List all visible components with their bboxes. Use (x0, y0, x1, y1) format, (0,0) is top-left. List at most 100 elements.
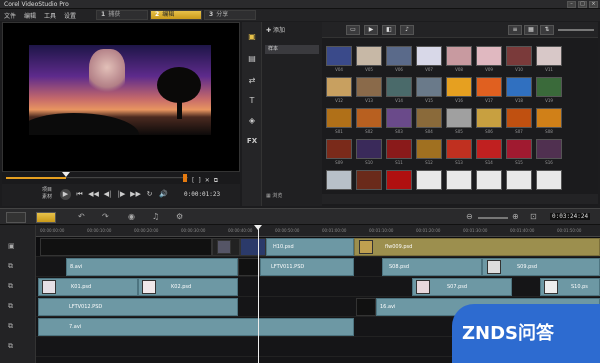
redo-icon[interactable]: ↷ (102, 212, 109, 221)
volume-button[interactable]: 🔊 (158, 189, 169, 200)
preview-window[interactable] (2, 22, 240, 172)
timeline-clip[interactable] (40, 238, 212, 256)
graphic-icon[interactable]: ◈ (245, 114, 259, 128)
library-thumbnail[interactable]: S09 (326, 139, 352, 170)
library-thumbnail[interactable]: V10 (506, 46, 532, 77)
scrub-handle[interactable] (62, 172, 70, 177)
timeline-clip[interactable]: flw009.psd (354, 238, 600, 256)
timeline-clip[interactable]: S10.ps (540, 278, 600, 296)
enlarge-button[interactable]: ⧉ (214, 177, 218, 185)
zoom-in-icon[interactable]: ⊕ (512, 212, 519, 221)
step-share[interactable]: 3 分享 (204, 10, 256, 20)
library-thumbnail[interactable]: S05 (446, 108, 472, 139)
timeline-clip[interactable]: LFTV011.PSD (260, 258, 354, 276)
film-icon[interactable]: ▤ (245, 52, 259, 66)
close-button[interactable]: × (589, 1, 598, 8)
sort-icon[interactable]: ⇅ (540, 25, 554, 35)
mark-in-button[interactable]: [ (192, 177, 194, 185)
storyboard-view-button[interactable] (6, 212, 26, 223)
menu-settings[interactable]: 设置 (64, 11, 76, 20)
library-thumbnail[interactable]: V08 (446, 46, 472, 77)
prev-frame-button[interactable]: ◀| (102, 189, 113, 200)
browse-button[interactable]: ▦ 浏览 (266, 192, 282, 199)
minimize-button[interactable]: – (567, 1, 576, 8)
step-edit[interactable]: 2 编辑 (150, 10, 202, 20)
library-thumbnail[interactable]: V15 (416, 77, 442, 108)
rewind-button[interactable]: ◀◀ (88, 189, 99, 200)
overlay-track-header[interactable]: ⧉ (2, 257, 34, 275)
library-thumbnail[interactable]: S14 (476, 139, 502, 170)
menu-tools[interactable]: 工具 (44, 11, 56, 20)
title-icon[interactable]: T (245, 94, 259, 108)
grid-view-icon[interactable]: ▦ (524, 25, 538, 35)
timeline-clip[interactable]: S07.psd (412, 278, 512, 296)
library-thumbnail[interactable]: V18 (506, 77, 532, 108)
add-folder-button[interactable]: ✚ 添加 (266, 25, 285, 34)
mode-clip[interactable]: 素材 (42, 194, 52, 201)
video-icon[interactable]: ▶ (364, 25, 378, 35)
video-track-header[interactable]: ▣ (2, 237, 34, 255)
library-thumbnail[interactable]: S04 (416, 108, 442, 139)
timeline-clip[interactable]: K02.psd (138, 278, 238, 296)
timeline-clip[interactable]: 7.avi (38, 318, 354, 336)
library-thumbnail[interactable]: V07 (416, 46, 442, 77)
mark-out-button[interactable]: ] (198, 177, 200, 185)
transition-icon[interactable]: ⇄ (245, 74, 259, 88)
library-thumbnail[interactable]: V16 (446, 77, 472, 108)
play-button[interactable]: ▶ (60, 189, 71, 200)
mixer-icon[interactable]: ♫ (152, 212, 159, 221)
fx-icon[interactable]: FX (245, 134, 259, 148)
overlay-track-header[interactable]: ⧉ (2, 317, 34, 335)
library-thumbnail[interactable]: V09 (476, 46, 502, 77)
timeline-clip[interactable]: S08.psd (382, 258, 482, 276)
split-button[interactable]: ✕ (205, 177, 210, 185)
folder-icon[interactable]: ▭ (346, 25, 360, 35)
timeline-clip[interactable]: H10.psd (266, 238, 354, 256)
library-thumbnail[interactable]: S16 (536, 139, 562, 170)
trim-marker[interactable] (183, 174, 187, 182)
library-thumbnail[interactable]: S11 (386, 139, 412, 170)
library-thumbnail[interactable]: V11 (536, 46, 562, 77)
library-scrollbar[interactable] (322, 194, 598, 204)
timeline-clip[interactable]: 8.avi (66, 258, 238, 276)
library-thumbnail[interactable]: S01 (326, 108, 352, 139)
fit-project-icon[interactable]: ⊡ (530, 212, 537, 221)
library-thumbnail[interactable]: S12 (416, 139, 442, 170)
thumb-size-slider[interactable] (558, 29, 594, 31)
next-frame-button[interactable]: |▶ (116, 189, 127, 200)
music-icon[interactable]: ♪ (400, 25, 414, 35)
overlay-track-header[interactable]: ⧉ (2, 337, 34, 355)
timeline-clip[interactable] (212, 238, 240, 256)
library-thumbnail[interactable]: V04 (326, 46, 352, 77)
media-icon[interactable]: ▣ (245, 30, 259, 44)
timeline-clip[interactable] (356, 298, 376, 316)
library-thumbnail[interactable]: S08 (536, 108, 562, 139)
preview-timecode[interactable]: 0:00:01:23 (184, 191, 220, 198)
undo-icon[interactable]: ↶ (78, 212, 85, 221)
library-thumbnail[interactable]: V05 (356, 46, 382, 77)
library-thumbnail[interactable]: V06 (386, 46, 412, 77)
library-thumbnail[interactable]: S07 (506, 108, 532, 139)
library-thumbnail[interactable]: S13 (446, 139, 472, 170)
timeline-view-button[interactable] (36, 212, 56, 223)
track-manager-icon[interactable]: ⚙ (176, 212, 183, 221)
library-thumbnail[interactable]: V14 (386, 77, 412, 108)
menu-file[interactable]: 文件 (4, 11, 16, 20)
overlay-track-header[interactable]: ⧉ (2, 277, 34, 295)
time-ruler[interactable]: 00:00:00:00 00:00:10:00 00:00:20:00 00:00:3… (36, 225, 600, 237)
timeline-clip[interactable] (238, 258, 260, 276)
library-thumbnail[interactable]: V12 (326, 77, 352, 108)
library-thumbnail[interactable]: S02 (356, 108, 382, 139)
library-thumbnail[interactable]: S03 (386, 108, 412, 139)
step-capture[interactable]: 1 捕获 (96, 10, 148, 20)
library-thumbnail[interactable]: V17 (476, 77, 502, 108)
library-thumbnail[interactable]: V19 (536, 77, 562, 108)
record-icon[interactable]: ◉ (128, 212, 135, 221)
menu-edit[interactable]: 编辑 (24, 11, 36, 20)
home-button[interactable]: ⏮ (74, 189, 85, 200)
zoom-out-icon[interactable]: ⊖ (466, 212, 473, 221)
timeline-timecode[interactable]: 0:03:24:24 (550, 213, 591, 220)
maximize-button[interactable]: □ (578, 1, 587, 8)
library-thumbnail[interactable]: V13 (356, 77, 382, 108)
timeline-clip[interactable]: K01.psd (38, 278, 138, 296)
